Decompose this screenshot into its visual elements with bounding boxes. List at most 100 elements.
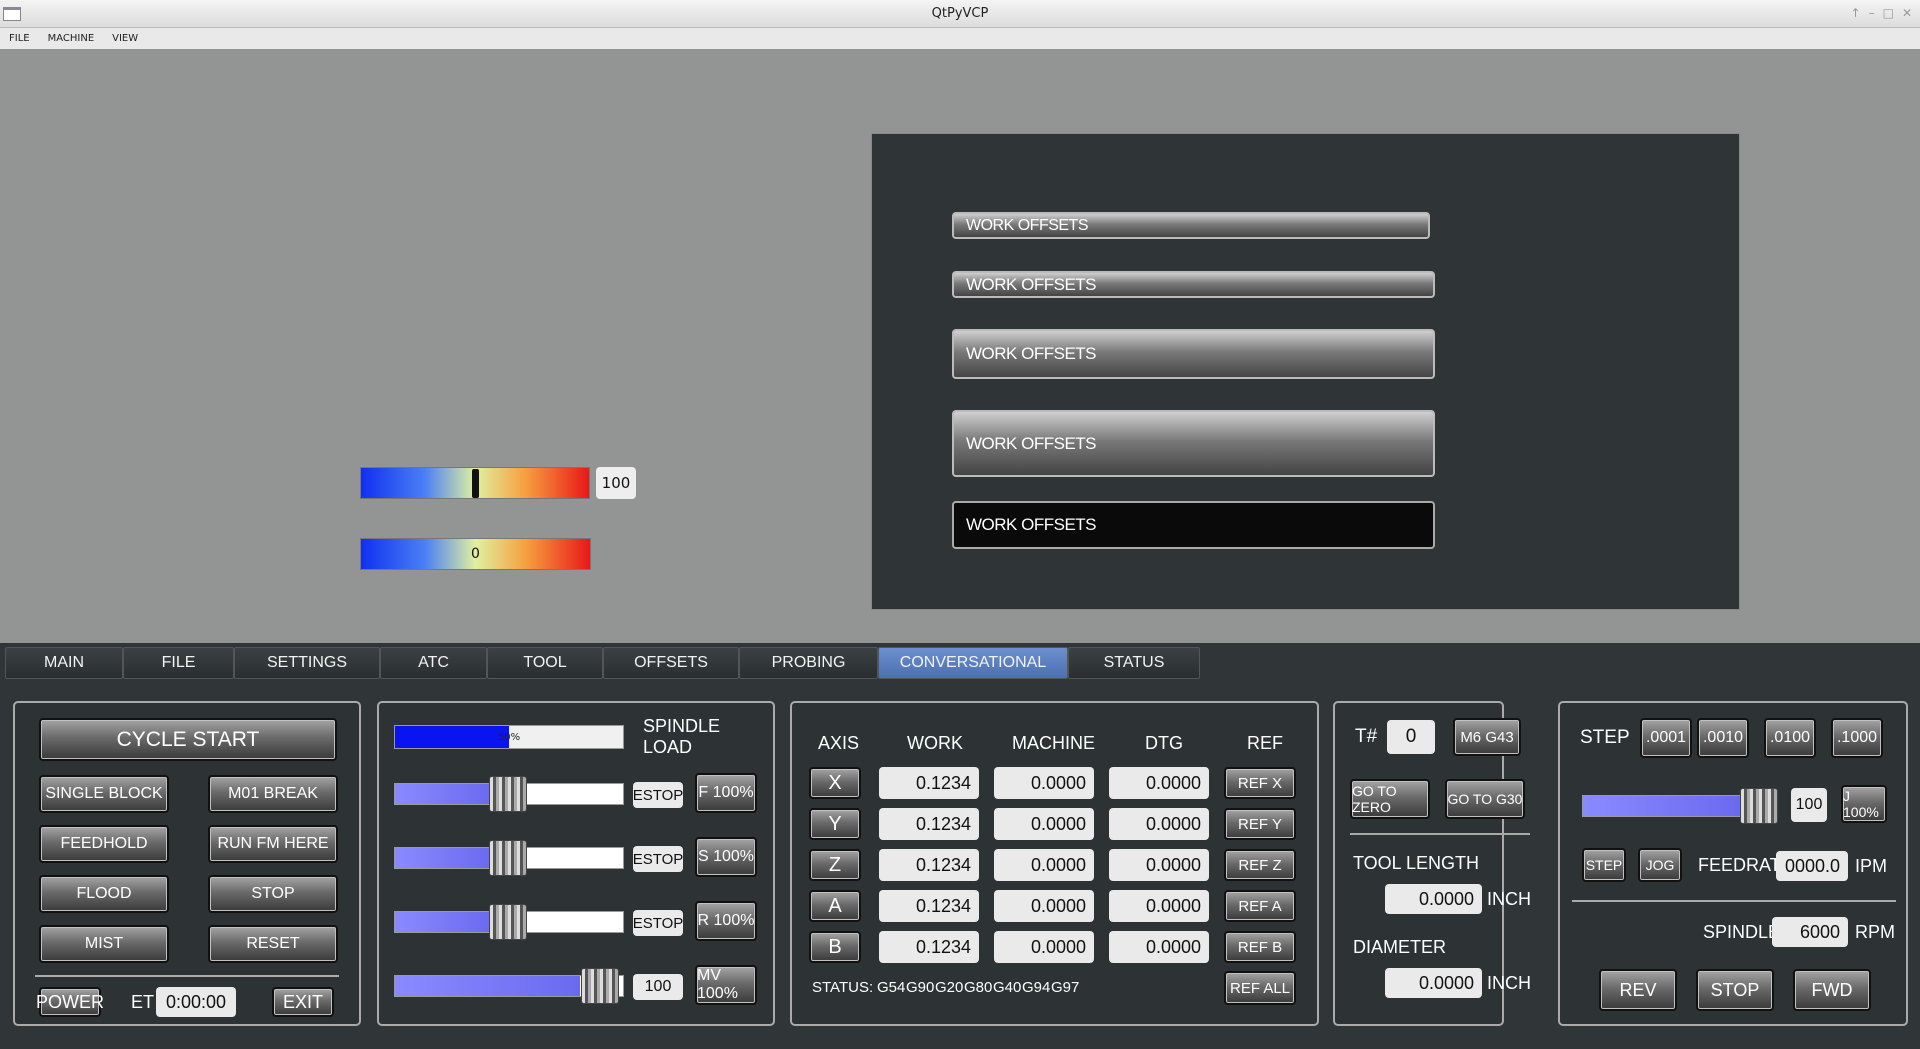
feedhold-button[interactable]: FEEDHOLD (39, 825, 169, 863)
spindle-stop-button[interactable]: STOP (1696, 969, 1774, 1011)
maximize-icon[interactable]: □ (1883, 6, 1894, 20)
tool-panel: T# 0 M6 G43 GO TO ZERO GO TO G30 TOOL LE… (1333, 701, 1531, 1026)
spindle-load-label: SPINDLE LOAD (643, 716, 721, 757)
axis-z-button[interactable]: Z (809, 849, 861, 881)
m6-g43-button[interactable]: M6 G43 (1453, 718, 1521, 756)
tool-number-value[interactable]: 0 (1387, 720, 1435, 754)
mist-button[interactable]: MIST (39, 925, 169, 963)
tab-offsets[interactable]: OFFSETS (603, 647, 739, 679)
m01-break-button[interactable]: M01 BREAK (208, 775, 338, 813)
rapid-override-slider[interactable] (394, 904, 624, 940)
header-work: WORK (907, 732, 963, 753)
work-offsets-button-3[interactable]: WORK OFFSETS (952, 329, 1435, 379)
gradient-marker[interactable] (472, 469, 479, 498)
diameter-label: DIAMETER (1353, 936, 1447, 957)
max-velocity-slider[interactable] (394, 968, 624, 1004)
spindle-override-handle[interactable] (489, 840, 527, 876)
step-0100-button[interactable]: .0100 (1764, 718, 1816, 758)
tab-file[interactable]: FILE (123, 647, 234, 679)
work-offsets-button-4[interactable]: WORK OFFSETS (952, 410, 1435, 477)
tool-length-label: TOOL LENGTH (1353, 852, 1480, 873)
tab-status[interactable]: STATUS (1068, 647, 1200, 679)
menu-machine[interactable]: MACHINE (39, 33, 104, 44)
minimize-icon[interactable]: – (1869, 6, 1875, 20)
spindle-forward-button[interactable]: FWD (1793, 969, 1871, 1011)
go-to-g30-button[interactable]: GO TO G30 (1445, 779, 1525, 819)
step-mode-button[interactable]: STEP (1582, 848, 1626, 882)
menu-view[interactable]: VIEW (103, 33, 147, 44)
exit-button[interactable]: EXIT (272, 987, 334, 1017)
dtg-b-value: 0.0000 (1109, 931, 1209, 963)
spindle-load-bar: 50% (394, 725, 624, 749)
spindle-estop-label: ESTOP (633, 846, 683, 872)
window-controls: ↑ – □ ✕ (1851, 6, 1912, 20)
ref-all-button[interactable]: REF ALL (1224, 971, 1296, 1005)
ref-y-button[interactable]: REF Y (1224, 808, 1296, 840)
tab-tool[interactable]: TOOL (487, 647, 603, 679)
tab-conversational[interactable]: CONVERSATIONAL (878, 647, 1068, 679)
run-from-here-button[interactable]: RUN FM HERE (208, 825, 338, 863)
menu-bar: FILE MACHINE VIEW (0, 28, 1920, 49)
stop-button[interactable]: STOP (208, 875, 338, 913)
axis-a-button[interactable]: A (809, 890, 861, 922)
spindle-label: SPINDLE (1703, 921, 1781, 942)
tab-probing[interactable]: PROBING (739, 647, 878, 679)
menu-file[interactable]: FILE (0, 33, 39, 44)
go-to-zero-button[interactable]: GO TO ZERO (1350, 779, 1430, 819)
jog-percent-button[interactable]: J 100% (1841, 785, 1887, 823)
work-offsets-button-2[interactable]: WORK OFFSETS (952, 271, 1435, 298)
feed-override-slider[interactable] (394, 776, 624, 812)
axis-x-button[interactable]: X (809, 767, 861, 799)
tab-main[interactable]: MAIN (5, 647, 123, 679)
max-velocity-handle[interactable] (581, 968, 619, 1004)
elapsed-time-label: ET (131, 991, 155, 1012)
flood-button[interactable]: FLOOD (39, 875, 169, 913)
ref-b-button[interactable]: REF B (1224, 931, 1296, 963)
work-offsets-button-1[interactable]: WORK OFFSETS (952, 212, 1430, 239)
gradient-bar-1[interactable] (360, 467, 590, 499)
rapid-override-handle[interactable] (489, 904, 527, 940)
axis-b-button[interactable]: B (809, 931, 861, 963)
ref-x-button[interactable]: REF X (1224, 767, 1296, 799)
power-button[interactable]: POWER (36, 987, 104, 1017)
feed-override-button[interactable]: F 100% (695, 773, 757, 813)
dtg-a-value: 0.0000 (1109, 890, 1209, 922)
work-a-value: 0.1234 (879, 890, 979, 922)
ref-a-button[interactable]: REF A (1224, 890, 1296, 922)
ref-z-button[interactable]: REF Z (1224, 849, 1296, 881)
jog-panel: STEP .0001 .0010 .0100 .1000 100 J 100% … (1558, 701, 1908, 1026)
step-label: STEP (1580, 727, 1630, 748)
spindle-override-slider[interactable] (394, 840, 624, 876)
max-velocity-button[interactable]: MV 100% (695, 965, 757, 1005)
spindle-override-button[interactable]: S 100% (695, 837, 757, 877)
feed-override-fill (395, 784, 491, 804)
jog-mode-button[interactable]: JOG (1638, 848, 1682, 882)
preview-area: 100 0 WORK OFFSETS WORK OFFSETS WORK OFF… (0, 49, 1920, 643)
jog-speed-value: 100 (1791, 788, 1827, 822)
shade-icon[interactable]: ↑ (1851, 6, 1861, 20)
tab-atc[interactable]: ATC (380, 647, 487, 679)
close-icon[interactable]: ✕ (1902, 6, 1912, 20)
feedrate-value: 0000.0 (1776, 851, 1848, 881)
jog-speed-slider[interactable] (1582, 788, 1778, 824)
machine-y-value: 0.0000 (994, 808, 1094, 840)
gradient-bar-2-value: 0 (471, 546, 480, 562)
jog-speed-handle[interactable] (1740, 788, 1778, 824)
step-1000-button[interactable]: .1000 (1831, 718, 1883, 758)
tab-settings[interactable]: SETTINGS (234, 647, 380, 679)
gradient-bar-2: 0 (360, 538, 591, 570)
spindle-reverse-button[interactable]: REV (1599, 969, 1677, 1011)
single-block-button[interactable]: SINGLE BLOCK (39, 775, 169, 813)
window-title: QtPyVCP (931, 6, 989, 21)
reset-button[interactable]: RESET (208, 925, 338, 963)
rapid-override-button[interactable]: R 100% (695, 901, 757, 941)
gcode-g94: G94 (1022, 979, 1051, 996)
header-dtg: DTG (1145, 732, 1183, 753)
feed-override-handle[interactable] (489, 776, 527, 812)
axis-y-button[interactable]: Y (809, 808, 861, 840)
step-0001-button[interactable]: .0001 (1640, 718, 1692, 758)
cycle-start-button[interactable]: CYCLE START (39, 718, 337, 761)
work-offsets-button-5[interactable]: WORK OFFSETS (952, 501, 1435, 549)
step-0010-button[interactable]: .0010 (1697, 718, 1749, 758)
rapid-override-fill (395, 912, 491, 932)
